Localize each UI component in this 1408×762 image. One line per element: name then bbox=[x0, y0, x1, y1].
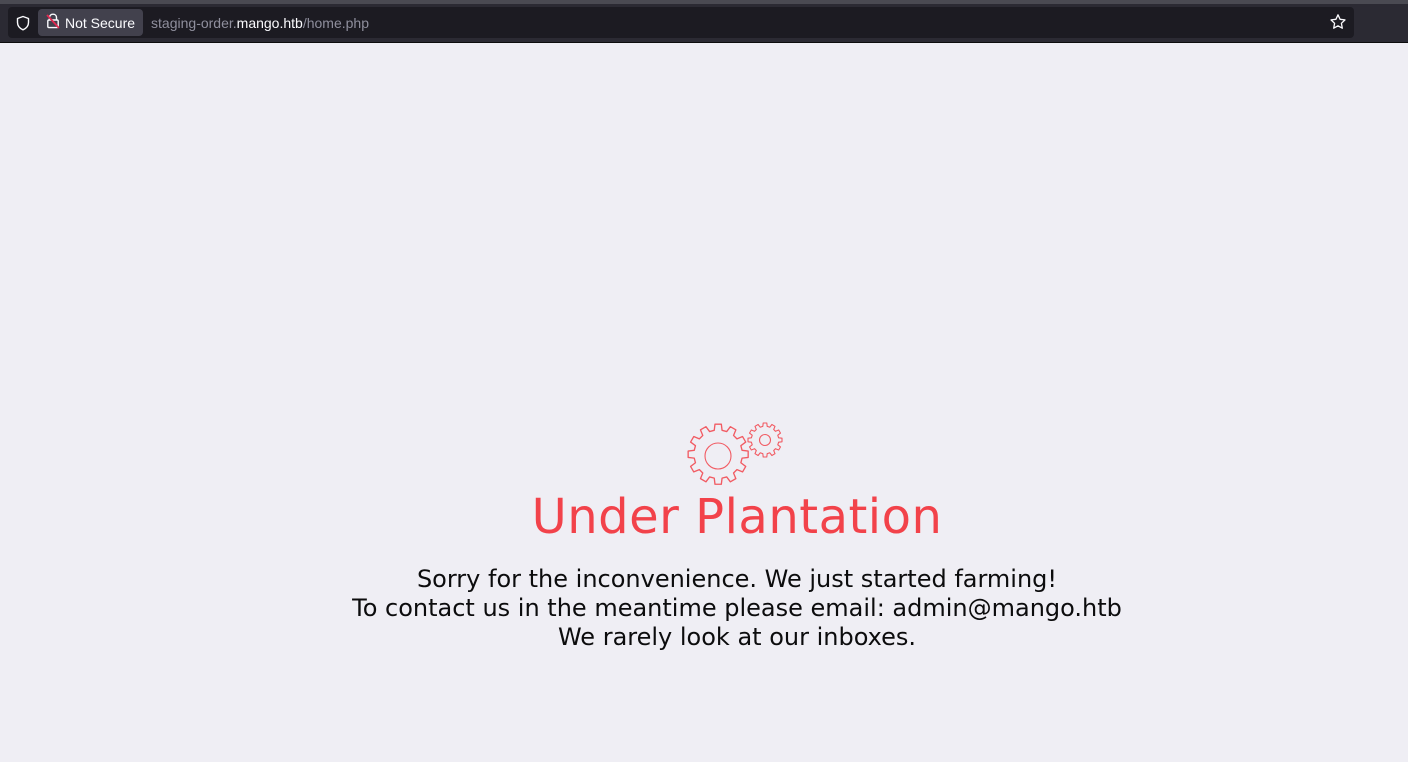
shield-icon[interactable] bbox=[8, 7, 38, 38]
gears-icon bbox=[684, 418, 790, 494]
star-icon[interactable] bbox=[1328, 12, 1348, 32]
url-text[interactable]: staging-order.mango.htb/home.php bbox=[151, 15, 369, 31]
security-label: Not Secure bbox=[65, 14, 136, 31]
url-host: mango.htb bbox=[236, 14, 303, 31]
browser-toolbar: Not Secure staging-order.mango.htb/home.… bbox=[0, 0, 1408, 43]
url-prefix: staging-order. bbox=[151, 14, 237, 31]
page-title: Under Plantation bbox=[531, 489, 943, 545]
site-security-button[interactable]: Not Secure bbox=[38, 9, 144, 36]
message-block: Sorry for the inconvenience. We just sta… bbox=[0, 565, 1408, 652]
lock-warning-icon bbox=[46, 12, 60, 33]
address-bar[interactable]: Not Secure staging-order.mango.htb/home.… bbox=[8, 7, 1354, 38]
url-path: /home.php bbox=[302, 14, 369, 31]
message-line: To contact us in the meantime please ema… bbox=[352, 594, 1122, 622]
message-line: Sorry for the inconvenience. We just sta… bbox=[416, 565, 1058, 593]
page-content: Under Plantation Sorry for the inconveni… bbox=[0, 43, 1408, 762]
message-line: We rarely look at our inboxes. bbox=[557, 623, 917, 651]
